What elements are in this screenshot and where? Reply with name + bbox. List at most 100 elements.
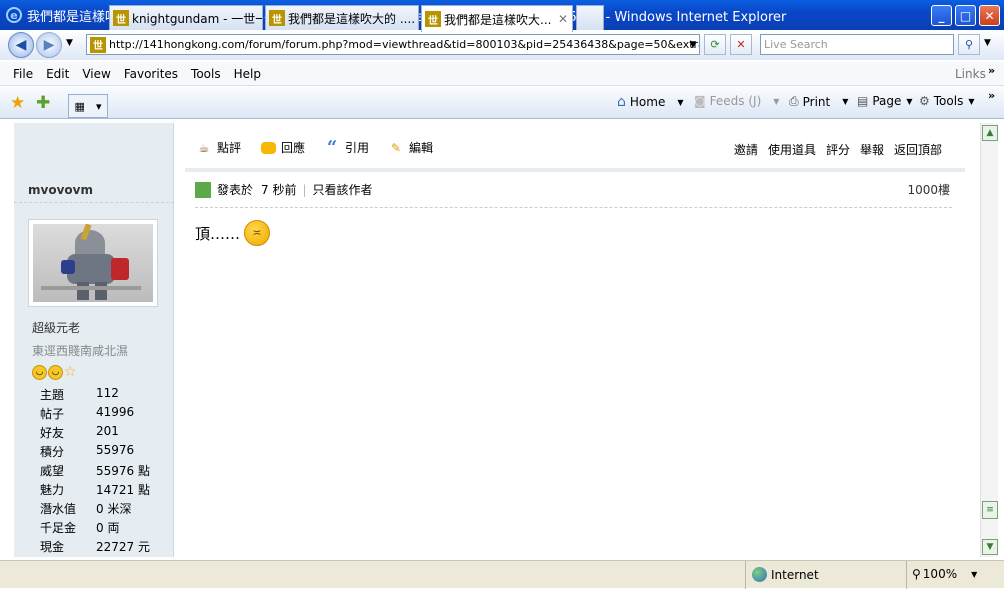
speech-bubble-icon	[259, 140, 277, 156]
tabs-bar	[0, 87, 1004, 119]
author-sidebar: mvovovm 超級元老 東逕西賤南咸北濕 ◡ ◡ ☆ 主題 112 帖子 41996…	[14, 123, 174, 557]
print-button[interactable]: ⎙ Print ▼	[789, 94, 848, 109]
vertical-scrollbar[interactable]: ▲ ≡ ▼	[980, 123, 998, 557]
stat-label: 威望	[40, 464, 65, 478]
zone-label: Internet	[771, 567, 819, 582]
report-link[interactable]: 舉報	[860, 141, 884, 158]
back-to-top-link[interactable]: 返回頂部	[894, 141, 942, 158]
address-dropdown-icon[interactable]: ▼	[682, 34, 704, 55]
tab-label: 我們都是這樣吹大的 ....	[288, 11, 416, 26]
stat-value: 14721 點	[96, 483, 150, 497]
feeds-icon: ◙	[694, 94, 706, 108]
chevron-down-icon: ▼	[906, 96, 913, 106]
search-button[interactable]: ⚲	[958, 34, 980, 55]
search-options-icon[interactable]: ▼	[984, 38, 991, 48]
page-label: Page	[872, 94, 902, 108]
stat-row: 積分 55976	[40, 443, 134, 460]
quote-label: 引用	[345, 141, 370, 155]
print-icon: ⎙	[789, 94, 799, 108]
security-zone[interactable]: Internet	[752, 567, 819, 582]
author-name[interactable]: mvovovm	[28, 183, 93, 197]
tools-button[interactable]: ⚙ Tools ▼	[919, 94, 974, 108]
stat-label: 帖子	[40, 407, 65, 421]
page-button[interactable]: ▤ Page ▼	[857, 94, 913, 108]
menu-favorites[interactable]: Favorites	[124, 67, 178, 81]
scroll-thumb[interactable]: ≡	[982, 501, 998, 519]
maximize-button[interactable]: □	[955, 5, 976, 26]
stat-value: 22727 元	[96, 540, 150, 554]
stat-value: 41996	[96, 405, 135, 419]
menu-tools[interactable]: Tools	[191, 67, 221, 81]
menu-view[interactable]: View	[82, 67, 110, 81]
chevron-right-icon[interactable]: »	[988, 64, 995, 77]
invite-link[interactable]: 邀請	[734, 141, 758, 158]
tab-thread[interactable]: 世 我們都是這樣吹大的 ....	[265, 5, 419, 30]
review-button[interactable]: ☕ 點評	[195, 139, 241, 156]
quick-tabs-button[interactable]: ▦ ▾	[68, 94, 108, 118]
tab-thread-active[interactable]: 世 我們都是這樣吹大... ✕	[421, 5, 573, 32]
close-tab-icon[interactable]: ✕	[558, 12, 568, 26]
post-tools: 邀請 使用道具 評分 舉報 返回頂部	[734, 141, 942, 158]
stat-label: 好友	[40, 426, 65, 440]
back-button[interactable]: ◀	[8, 32, 34, 58]
quote-icon: “	[326, 137, 338, 158]
stop-button[interactable]: ✕	[730, 34, 752, 55]
favorites-star-icon[interactable]: ★	[10, 93, 25, 113]
avatar[interactable]	[28, 219, 158, 307]
close-window-button[interactable]: ✕	[979, 5, 1000, 26]
status-bar: Internet ⚲ 100% ▼	[0, 560, 1004, 589]
forward-button[interactable]: ▶	[36, 32, 62, 58]
quote-button[interactable]: “ 引用	[323, 137, 370, 158]
stat-row: 好友 201	[40, 424, 119, 441]
stat-label: 現金	[40, 540, 65, 554]
reply-button[interactable]: 回應	[259, 139, 305, 156]
links-label[interactable]: Links	[955, 67, 986, 81]
tab-knightgundam[interactable]: 世 knightgundam - 一世一...	[109, 5, 263, 30]
stat-row: 千足金 0 両	[40, 519, 119, 536]
post-area: ☕ 點評 回應 “ 引用 ✎ 編輯 邀請 使用道具 評分 舉報 返回頂部 發表於…	[175, 123, 972, 557]
only-author-link[interactable]: 只看該作者	[313, 181, 373, 198]
refresh-button[interactable]: ⟳	[704, 34, 726, 55]
add-favorite-icon[interactable]: ✚	[36, 93, 50, 113]
search-input[interactable]: Live Search	[760, 34, 954, 55]
stat-row: 威望 55976 點	[40, 462, 150, 479]
chevron-down-icon: ▼	[971, 569, 978, 579]
menu-edit[interactable]: Edit	[46, 67, 69, 81]
stat-label: 千足金	[40, 521, 77, 535]
history-dropdown-icon[interactable]: ▼	[66, 38, 73, 48]
feeds-button[interactable]: ◙ Feeds (J) ▼	[694, 94, 779, 108]
zoom-icon: ⚲	[912, 567, 921, 581]
edit-button[interactable]: ✎ 編輯	[387, 139, 433, 156]
smiley-emoticon-icon: ≍	[244, 220, 271, 246]
divider	[14, 202, 174, 203]
stat-row: 主題 112	[40, 386, 119, 403]
divider	[195, 207, 952, 208]
ie-logo-icon: e	[6, 7, 22, 23]
zoom-level: 100%	[922, 567, 958, 581]
chevron-right-icon[interactable]: »	[988, 89, 995, 102]
menu-file[interactable]: File	[13, 67, 33, 81]
search-placeholder: Live Search	[764, 38, 828, 51]
scroll-down-icon[interactable]: ▼	[982, 539, 998, 555]
stat-row: 帖子 41996	[40, 405, 134, 422]
address-input[interactable]: 世 http://141hongkong.com/forum/forum.php…	[86, 34, 700, 55]
use-item-link[interactable]: 使用道具	[768, 141, 816, 158]
smiley-icon: ◡	[32, 365, 47, 380]
stat-value: 55976 點	[96, 464, 150, 478]
menu-help[interactable]: Help	[234, 67, 261, 81]
home-button[interactable]: ⌂ Home ▼	[617, 94, 683, 110]
feeds-label: Feeds (J)	[709, 94, 762, 108]
author-tagline: 東逕西賤南咸北濕	[32, 344, 129, 358]
online-status-icon	[195, 181, 211, 198]
stat-value: 55976	[96, 443, 135, 457]
page-icon: ▤	[857, 94, 869, 108]
scroll-up-icon[interactable]: ▲	[982, 125, 998, 141]
author-rank: 超級元老	[32, 321, 81, 335]
minimize-button[interactable]: _	[931, 5, 952, 26]
stat-row: 現金 22727 元	[40, 538, 150, 555]
rate-link[interactable]: 評分	[826, 141, 850, 158]
new-tab-button[interactable]	[576, 5, 604, 30]
zoom-control[interactable]: ⚲ 100% ▼	[912, 567, 977, 581]
floor-number[interactable]: 1000樓	[907, 181, 950, 198]
print-label: Print	[802, 94, 831, 109]
